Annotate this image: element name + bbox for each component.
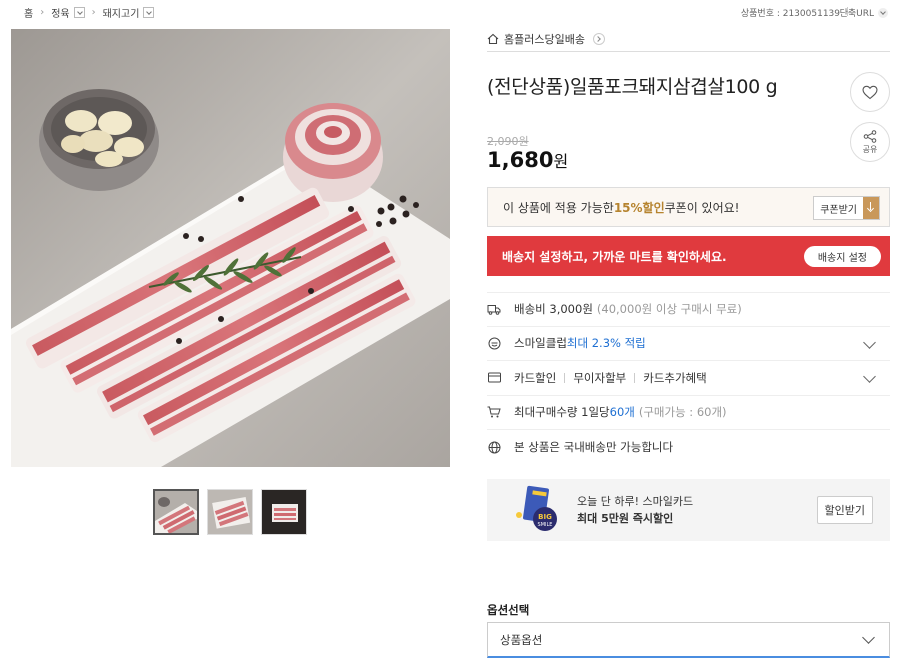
store-link[interactable]: 홈플러스당일배송 [487,28,890,50]
chevron-right-icon: › [91,7,96,18]
coupon-text-before: 이 상품에 적용 가능한 [503,200,614,215]
smile-card-banner: BIG SMILE 오늘 단 하루! 스마일카드 최대 5만원 즉시할인 할인받… [487,479,890,541]
smile-card-text: 오늘 단 하루! 스마일카드 최대 5만원 즉시할인 [577,493,693,527]
thumbnail-image [262,490,306,534]
product-title: (전단상품)일품포크돼지삼겹살100 g [487,76,778,98]
truck-icon [487,302,501,316]
share-icon [863,129,877,143]
product-number: 상품번호 : 2130051139 [740,9,840,19]
info-list: 배송비 3,000원 (40,000원 이상 구매시 무료) 스마일클럽 최대 … [487,292,890,465]
price-unit: 원 [553,152,569,171]
chevron-down-icon [878,7,888,18]
card-extra-link[interactable]: 카드추가혜택 [643,370,706,386]
breadcrumb-category[interactable]: 정육 [51,5,69,20]
max-purchase-count: 60개 [609,405,635,420]
product-info-panel: 홈플러스당일배송 (전단상품)일품포크돼지삼겹살100 g 공유 2,090원 … [487,28,890,658]
short-url-label: 단축URL [839,9,874,19]
delivery-notice-text: 배송지 설정하고, 가까운 마트를 확인하세요. [502,249,727,264]
smile-card-line1: 오늘 단 하루! 스마일카드 [577,495,694,508]
thumbnail-1[interactable] [153,489,199,535]
shipping-row: 배송비 3,000원 (40,000원 이상 구매시 무료) [487,292,890,327]
card-benefit-row[interactable]: 카드할인 무이자할부 카드추가혜택 [487,361,890,396]
svg-text:SMILE: SMILE [538,522,553,528]
globe-icon [487,440,501,454]
smileclub-label: 스마일클럽 [514,336,567,351]
option-label: 옵션선택 [487,603,530,617]
option-select[interactable]: 상품옵션 [487,622,890,658]
thumbnail-image [208,490,252,534]
thumbnail-list [153,489,307,535]
option-select-value: 상품옵션 [500,632,543,647]
chevron-down-icon [863,370,876,383]
max-purchase-row: 최대구매수량 1일당 60개 (구매가능 : 60개) [487,396,890,430]
get-coupon-button[interactable]: 쿠폰받기 [813,196,880,220]
chevron-right-icon [592,33,605,45]
download-icon [863,197,879,219]
cart-icon [487,405,501,419]
smile-card-discount: 최대 5만원 즉시할인 [577,512,674,525]
thumbnail-3[interactable] [261,489,307,535]
divider [634,372,636,383]
smileclub-row[interactable]: 스마일클럽 최대 2.3% 적립 [487,327,890,361]
divider [564,372,566,383]
set-address-button[interactable]: 배송지 설정 [803,246,881,267]
thumbnail-2[interactable] [207,489,253,535]
short-url-button[interactable]: 단축URL [840,6,888,19]
smile-card-image: BIG SMILE [511,485,567,535]
get-discount-button[interactable]: 할인받기 [816,496,873,524]
breadcrumb-subcategory[interactable]: 돼지고기 [103,5,140,20]
coupon-banner: 이 상품에 적용 가능한 15%할인 쿠폰이 있어요! 쿠폰받기 [487,187,890,227]
sale-price: 1,680원 [487,148,568,172]
coupon-text-after: 쿠폰이 있어요! [664,200,740,215]
subcategory-dropdown-icon[interactable] [143,7,155,18]
svg-text:BIG: BIG [538,513,552,521]
domestic-shipping-row: 본 상품은 국내배송만 가능합니다 [487,430,890,465]
chevron-right-icon: › [40,7,45,18]
max-purchase-note: (구매가능 : 60개) [638,405,727,420]
delivery-notice: 배송지 설정하고, 가까운 마트를 확인하세요. 배송지 설정 [487,236,890,276]
heart-icon [862,85,878,99]
share-button[interactable]: 공유 [850,122,890,162]
get-coupon-label: 쿠폰받기 [820,204,857,216]
original-price: 2,090원 [487,135,529,148]
share-label: 공유 [862,144,878,154]
installment-link[interactable]: 무이자할부 [573,370,626,386]
chevron-down-icon [862,631,875,644]
thumbnail-image [155,491,197,533]
home-icon [487,33,499,45]
product-main-image [11,29,450,467]
shipping-note: (40,000원 이상 구매시 무료) [596,302,742,317]
breadcrumb: 홈 › 정육 › 돼지고기 [24,5,155,20]
smile-icon [487,336,501,350]
coupon-discount: 15%할인 [613,200,665,215]
shipping-fee: 배송비 3,000원 [514,302,593,317]
top-bar: 홈 › 정육 › 돼지고기 상품번호 : 2130051139 단축URL [0,0,900,24]
price-value: 1,680 [487,148,554,172]
divider [487,51,890,52]
breadcrumb-home[interactable]: 홈 [24,5,33,20]
category-dropdown-icon[interactable] [73,7,85,18]
smile-card-line2: 최대 5만원 즉시할인 [577,510,693,527]
domestic-shipping-text: 본 상품은 국내배송만 가능합니다 [514,440,674,455]
max-purchase-label: 최대구매수량 1일당 [514,405,610,420]
store-name: 홈플러스당일배송 [504,33,585,46]
card-icon [487,371,501,385]
chevron-down-icon [863,335,876,349]
pork-belly-photo [11,29,450,467]
card-discount-link[interactable]: 카드할인 [514,370,556,386]
smileclub-reward: 최대 2.3% 적립 [566,336,646,351]
like-button[interactable] [850,72,890,112]
